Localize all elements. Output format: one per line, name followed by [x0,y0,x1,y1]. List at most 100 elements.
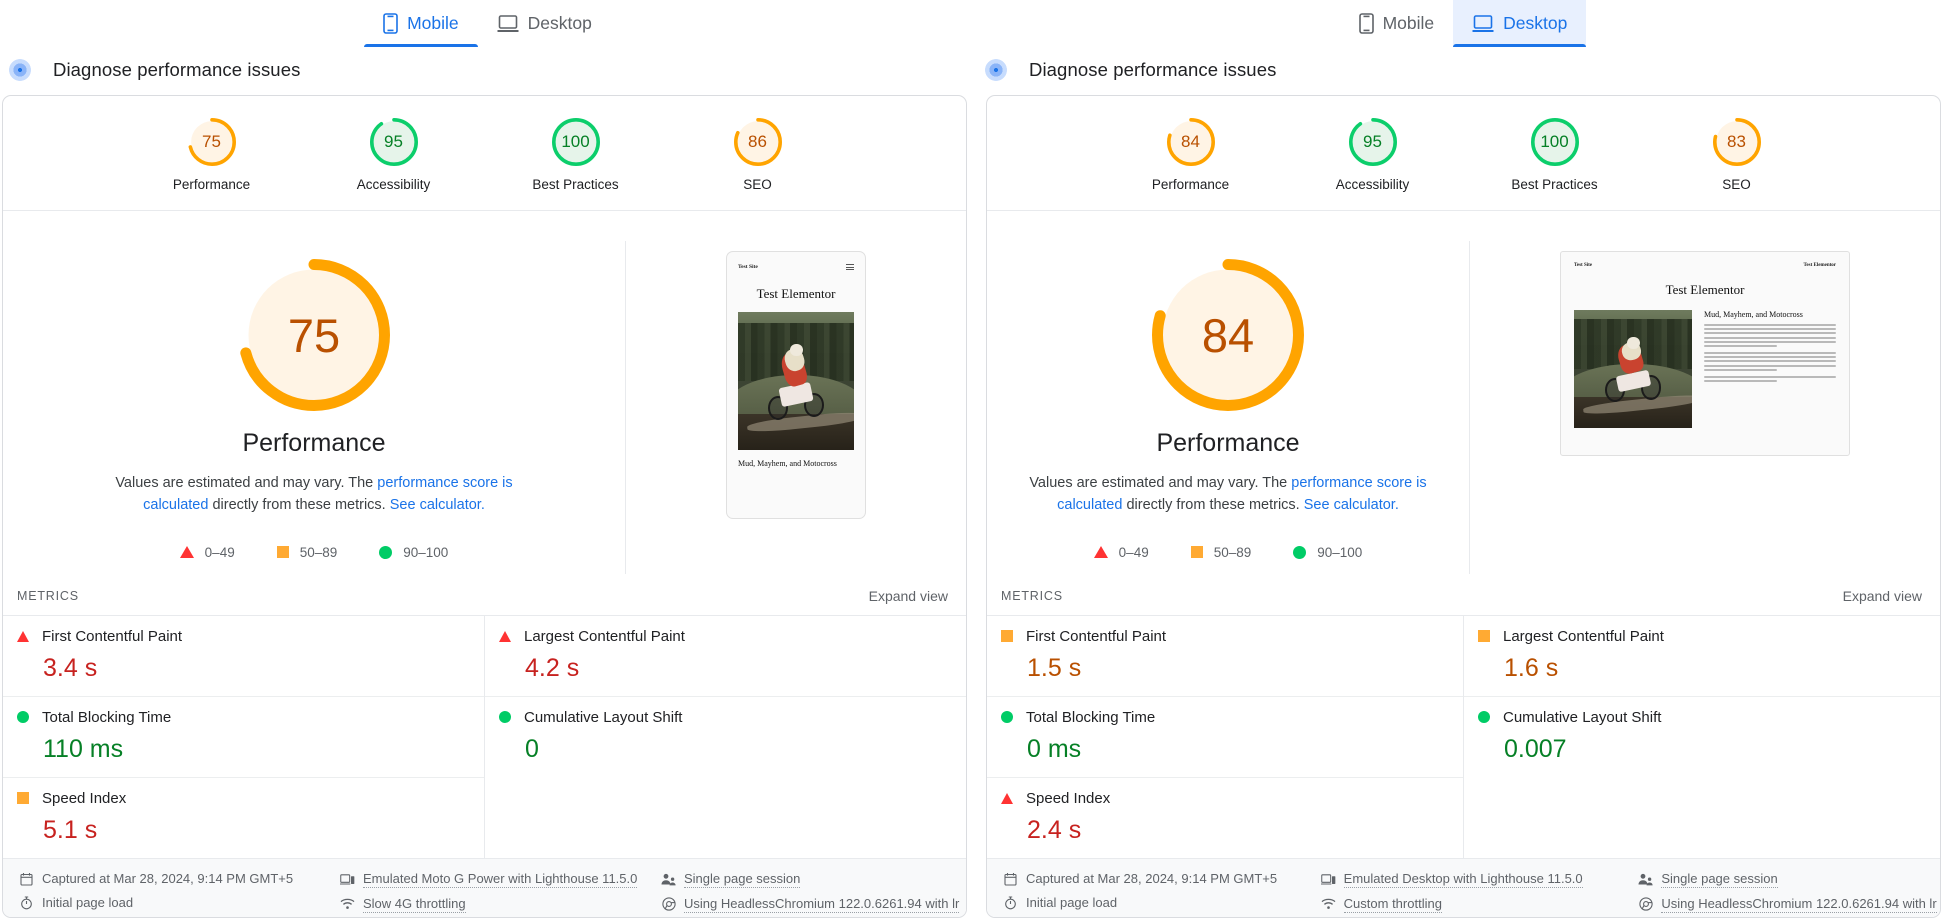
preview-paragraph [1704,351,1836,371]
preview-heading: Test Elementor [756,286,836,301]
report-footer: Captured at Mar 28, 2024, 9:14 PM GMT+5 I… [3,857,966,917]
chrome-icon [661,897,676,912]
diagnose-label: Diagnose performance issues [53,59,301,80]
metric-value: 2.4 s [1027,815,1082,844]
footer-item[interactable]: Custom throttling [1321,896,1623,913]
category-gauge-accessibility[interactable]: 95 Accessibility [334,118,454,192]
performance-gauge: 84 [1152,259,1304,411]
score-value: 95 [384,132,403,151]
footer-item[interactable]: Single page session [1638,871,1940,888]
mobile-page-preview[interactable]: Test Site Test Elementor Mud, Mayhem, and … [726,251,866,519]
score-ring: 84 [1166,118,1215,166]
performance-score: 84 [1201,308,1255,362]
device-tab-mobile[interactable]: Mobile [1340,0,1454,47]
footer-column: Emulated Desktop with Lighthouse 11.5.0 C… [1305,871,1623,913]
category-gauge-accessibility[interactable]: 95 Accessibility [1313,118,1433,192]
metrics-grid: First Contentful Paint 1.5 s Total Blockin… [987,614,1940,858]
score-value: 100 [1540,132,1569,151]
metric-name: Largest Contentful Paint [1503,627,1664,645]
legend-label: 0–49 [1118,544,1149,560]
category-label: Performance [1151,177,1230,192]
performance-score: 75 [287,308,341,362]
category-label: Accessibility [356,177,431,192]
category-gauges: 75 Performance 95 Accessibility 100 Best Prac… [3,96,966,211]
legend-label: 90–100 [1317,544,1363,560]
metric-row[interactable]: Total Blocking Time 0 ms [987,697,1463,778]
metric-row[interactable]: Total Blocking Time 110 ms [3,697,484,778]
metric-row[interactable]: Cumulative Layout Shift 0 [485,697,966,777]
metric-value: 0.007 [1504,734,1567,763]
see-calculator-link[interactable]: See calculator. [1304,497,1399,513]
wifi-icon [340,897,355,912]
metric-square-icon [1478,630,1490,642]
footer-item-label: Emulated Desktop with Lighthouse 11.5.0 [1343,870,1583,888]
legend-item: 0–49 [1093,544,1149,560]
pulse-dot-icon [985,59,1007,81]
performance-title: Performance [242,429,386,457]
score-value: 84 [1181,132,1200,151]
category-gauge-performance[interactable]: 75 Performance [152,118,272,192]
metric-triangle-icon [1001,792,1013,804]
metric-value: 110 ms [43,734,124,763]
phone-icon [1358,13,1374,34]
category-gauge-best-practices[interactable]: 100 Best Practices [1495,118,1615,192]
footer-item[interactable]: Using HeadlessChromium 122.0.6261.94 wit… [1638,896,1940,913]
metric-square-icon [1001,630,1013,642]
footer-item[interactable]: Emulated Moto G Power with Lighthouse 11… [340,871,645,888]
metric-row[interactable]: First Contentful Paint 3.4 s [3,616,484,697]
legend-square-icon [276,546,289,558]
metric-triangle-icon [499,630,511,642]
category-label: SEO [1722,177,1751,192]
see-calculator-link[interactable]: See calculator. [390,497,485,513]
metric-row[interactable]: Speed Index 2.4 s [987,778,1463,858]
calendar-icon [19,871,34,886]
thumbnail-container: Test Site Test Elementor Test Elementor Mud… [1470,241,1940,574]
category-gauge-performance[interactable]: 84 Performance [1131,118,1251,192]
category-gauges: 84 Performance 95 Accessibility 100 Best Prac… [987,96,1940,211]
footer-item-label: Slow 4G throttling [363,895,466,913]
legend-item: 90–100 [1293,545,1362,560]
calendar-icon [1003,871,1018,886]
users-icon [1638,872,1653,887]
footer-item[interactable]: Using HeadlessChromium 122.0.6261.94 wit… [661,896,966,913]
category-gauge-seo[interactable]: 86 SEO [698,118,818,192]
diagnose-banner[interactable]: Diagnose performance issues [0,54,975,86]
performance-summary: 75 Performance Values are estimated and … [3,241,626,574]
footer-item[interactable]: Slow 4G throttling [340,896,645,913]
footer-item: Initial page load [1003,895,1305,911]
report-card: 75 Performance 95 Accessibility 100 Best Prac… [2,95,967,918]
performance-section: 75 Performance Values are estimated and … [3,211,966,574]
category-label: SEO [743,177,772,192]
legend-item: 50–89 [276,544,338,560]
preview-site-name: Test Site [738,264,758,270]
devices-icon [340,872,355,887]
device-tab-desktop[interactable]: Desktop [478,0,611,47]
diagnose-banner[interactable]: Diagnose performance issues [976,54,1950,86]
legend-label: 50–89 [1213,544,1252,560]
desktop-page-preview[interactable]: Test Site Test Elementor Test Elementor Mud… [1560,251,1850,456]
metric-value: 4.2 s [525,653,580,682]
footer-item-label: Using HeadlessChromium 122.0.6261.94 wit… [1661,895,1937,913]
wifi-icon [1321,897,1336,912]
metric-row[interactable]: First Contentful Paint 1.5 s [987,616,1463,697]
score-ring: 100 [1530,118,1579,166]
device-tab-desktop[interactable]: Desktop [1453,0,1587,47]
metric-row[interactable]: Speed Index 5.1 s [3,778,484,858]
footer-item[interactable]: Emulated Desktop with Lighthouse 11.5.0 [1320,870,1623,888]
category-gauge-seo[interactable]: 83 SEO [1677,118,1797,192]
desktop-panel: Mobile Desktop Diagnose performance issue… [975,0,1950,918]
metric-row[interactable]: Largest Contentful Paint 4.2 s [485,616,966,697]
metric-value: 0 [525,734,539,763]
expand-view-button[interactable]: Expand view [869,588,948,604]
legend-label: 50–89 [299,544,338,560]
expand-view-button[interactable]: Expand view [1843,588,1922,604]
footer-item-label: Captured at Mar 28, 2024, 9:14 PM GMT+5 [42,870,294,886]
score-legend: 0–49 50–89 90–100 [1093,544,1362,560]
category-gauge-best-practices[interactable]: 100 Best Practices [516,118,636,192]
device-tab-mobile[interactable]: Mobile [364,0,478,47]
footer-item-label: Using HeadlessChromium 122.0.6261.94 wit… [684,895,960,913]
metric-row[interactable]: Largest Contentful Paint 1.6 s [1464,616,1940,697]
metric-row[interactable]: Cumulative Layout Shift 0.007 [1464,697,1940,777]
legend-square-icon [1190,546,1203,558]
footer-item[interactable]: Single page session [661,871,966,888]
